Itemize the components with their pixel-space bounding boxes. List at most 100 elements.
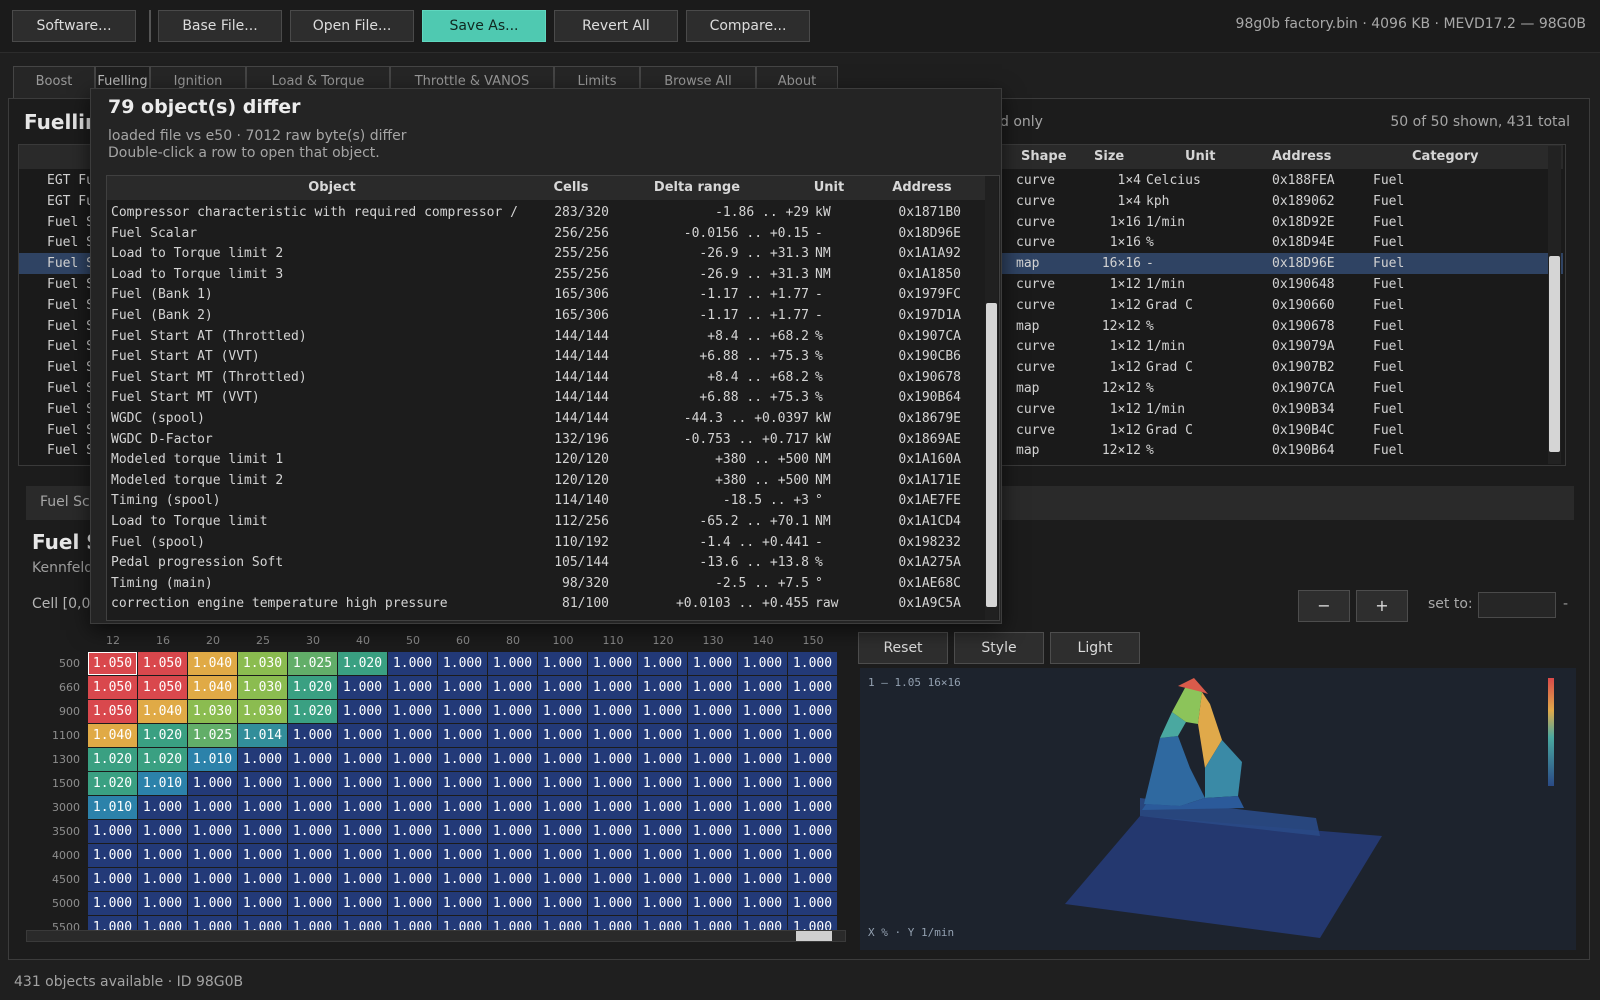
map-cell[interactable]: 1.000 [738, 700, 787, 723]
map-cell[interactable]: 1.000 [588, 724, 637, 747]
map-cell[interactable]: 1.000 [388, 796, 437, 819]
table-row[interactable]: Timing (spool) 114/140 -18.5 .. +3 ° 0x1AE7F… [107, 490, 985, 511]
map-cell[interactable]: 1.050 [88, 676, 137, 699]
map-cell[interactable]: 1.000 [338, 676, 387, 699]
map-cell[interactable]: 1.000 [338, 820, 387, 843]
map-cell[interactable]: 1.000 [338, 868, 387, 891]
map-cell[interactable]: 1.000 [538, 724, 587, 747]
map-cell[interactable]: 1.000 [438, 868, 487, 891]
map-cell[interactable]: 1.025 [288, 652, 337, 675]
map-cell[interactable]: 1.000 [588, 796, 637, 819]
map-cell[interactable]: 1.000 [388, 724, 437, 747]
map-cell[interactable]: 1.040 [88, 724, 137, 747]
map-cell[interactable]: 1.000 [538, 916, 587, 930]
map-cell[interactable]: 1.000 [738, 916, 787, 930]
map-cell[interactable]: 1.020 [138, 748, 187, 771]
map-cell[interactable]: 1.000 [438, 772, 487, 795]
map-cell[interactable]: 1.020 [338, 652, 387, 675]
map-cell[interactable]: 1.000 [638, 652, 687, 675]
software-button[interactable]: Software... [12, 10, 136, 42]
map-cell[interactable]: 1.000 [538, 820, 587, 843]
map-cell[interactable]: 1.010 [88, 796, 137, 819]
map-cell[interactable]: 1.000 [588, 868, 637, 891]
map-cell[interactable]: 1.000 [688, 724, 737, 747]
map-cell[interactable]: 1.000 [138, 916, 187, 930]
map-cell[interactable]: 1.000 [88, 892, 137, 915]
map-cell[interactable]: 1.000 [188, 916, 237, 930]
map-cell[interactable]: 1.000 [388, 916, 437, 930]
table-row[interactable]: Fuel (spool) 110/192 -1.4 .. +0.441- 0x1982… [107, 532, 985, 553]
map-cell[interactable]: 1.000 [338, 892, 387, 915]
map-cell[interactable]: 1.000 [688, 796, 737, 819]
map-cell[interactable]: 1.000 [738, 676, 787, 699]
map-cell[interactable]: 1.000 [88, 820, 137, 843]
map-cell[interactable]: 1.000 [488, 820, 537, 843]
map-cell[interactable]: 1.000 [738, 892, 787, 915]
map-cell[interactable]: 1.000 [788, 796, 837, 819]
table-row[interactable]: Fuel (Bank 2) 165/306 -1.17 .. +1.77- 0x197… [107, 305, 985, 326]
map-cell[interactable]: 1.000 [388, 772, 437, 795]
map-cell[interactable]: 1.000 [638, 676, 687, 699]
object-table-scroll-thumb[interactable] [1549, 256, 1560, 452]
editor-tab[interactable]: Fuel Sc [40, 494, 90, 510]
map-cell[interactable]: 1.000 [788, 652, 837, 675]
map-cell[interactable]: 1.000 [538, 868, 587, 891]
map-cell[interactable]: 1.000 [588, 652, 637, 675]
map-cell[interactable]: 1.000 [288, 844, 337, 867]
surface-plot[interactable] [860, 668, 1576, 950]
map-cell[interactable]: 1.000 [88, 868, 137, 891]
map-cell[interactable]: 1.000 [438, 820, 487, 843]
map-cell[interactable]: 1.000 [738, 724, 787, 747]
map-cell[interactable]: 1.000 [538, 892, 587, 915]
diff-table-scroll-thumb[interactable] [986, 303, 997, 607]
table-row[interactable]: WGDC (spool) 144/144 -44.3 .. +0.0397 kW 0x1… [107, 408, 985, 429]
map-cell[interactable]: 1.000 [638, 796, 687, 819]
map-cell[interactable]: 1.020 [88, 748, 137, 771]
map-cell[interactable]: 1.030 [238, 700, 287, 723]
map-cell[interactable]: 1.000 [138, 820, 187, 843]
set-to-input[interactable] [1478, 592, 1556, 618]
map-cell[interactable]: 1.000 [488, 724, 537, 747]
map-cell[interactable]: 1.000 [638, 700, 687, 723]
map-cell[interactable]: 1.000 [288, 820, 337, 843]
map-cell[interactable]: 1.000 [588, 676, 637, 699]
map-cell[interactable]: 1.000 [688, 652, 737, 675]
map-cell[interactable]: 1.000 [538, 676, 587, 699]
map-cell[interactable]: 1.000 [438, 796, 487, 819]
map-cell[interactable]: 1.025 [188, 724, 237, 747]
map-cell[interactable]: 1.000 [288, 868, 337, 891]
table-row[interactable]: Pedal progression Soft 105/144 -13.6 .. +1… [107, 552, 985, 573]
map-cell[interactable]: 1.010 [138, 772, 187, 795]
map-cell[interactable]: 1.040 [188, 652, 237, 675]
map-cell[interactable]: 1.020 [138, 724, 187, 747]
table-row[interactable]: Timing (main) 98/320 -2.5 .. +7.5 ° 0x1AE68C [107, 573, 985, 594]
light-button[interactable]: Light [1050, 632, 1140, 664]
column-header-address[interactable]: Address [1272, 145, 1331, 169]
map-cell[interactable]: 1.000 [588, 844, 637, 867]
table-row[interactable]: Load to Torque limit 112/256 -65.2 .. +70.… [107, 511, 985, 532]
save-as-button[interactable]: Save As... [422, 10, 546, 42]
table-row[interactable]: Compressor characteristic with required … [107, 202, 985, 223]
map-cell[interactable]: 1.050 [88, 700, 137, 723]
increment-button[interactable]: + [1356, 590, 1408, 622]
map-cell[interactable]: 1.000 [388, 844, 437, 867]
tab-boost[interactable]: Boost [13, 66, 95, 98]
map-cell[interactable]: 1.000 [638, 916, 687, 930]
map-cell[interactable]: 1.000 [488, 700, 537, 723]
map-cell[interactable]: 1.000 [138, 868, 187, 891]
map-cell[interactable]: 1.000 [188, 820, 237, 843]
map-cell[interactable]: 1.000 [238, 844, 287, 867]
map-cell[interactable]: 1.000 [688, 892, 737, 915]
map-cell[interactable]: 1.040 [188, 676, 237, 699]
open-file-button[interactable]: Open File... [290, 10, 414, 42]
map-cell[interactable]: 1.000 [488, 916, 537, 930]
map-cell[interactable]: 1.000 [88, 844, 137, 867]
map-cell[interactable]: 1.000 [338, 772, 387, 795]
map-cell[interactable]: 1.030 [238, 676, 287, 699]
map-cell[interactable]: 1.000 [188, 772, 237, 795]
column-header-unit[interactable]: Unit [809, 176, 849, 200]
table-row[interactable]: WGDC D-Factor 132/196 -0.753 .. +0.717 kW 0x… [107, 429, 985, 450]
map-cell[interactable]: 1.000 [388, 892, 437, 915]
map-cell[interactable]: 1.000 [288, 724, 337, 747]
map-cell[interactable]: 1.000 [688, 820, 737, 843]
